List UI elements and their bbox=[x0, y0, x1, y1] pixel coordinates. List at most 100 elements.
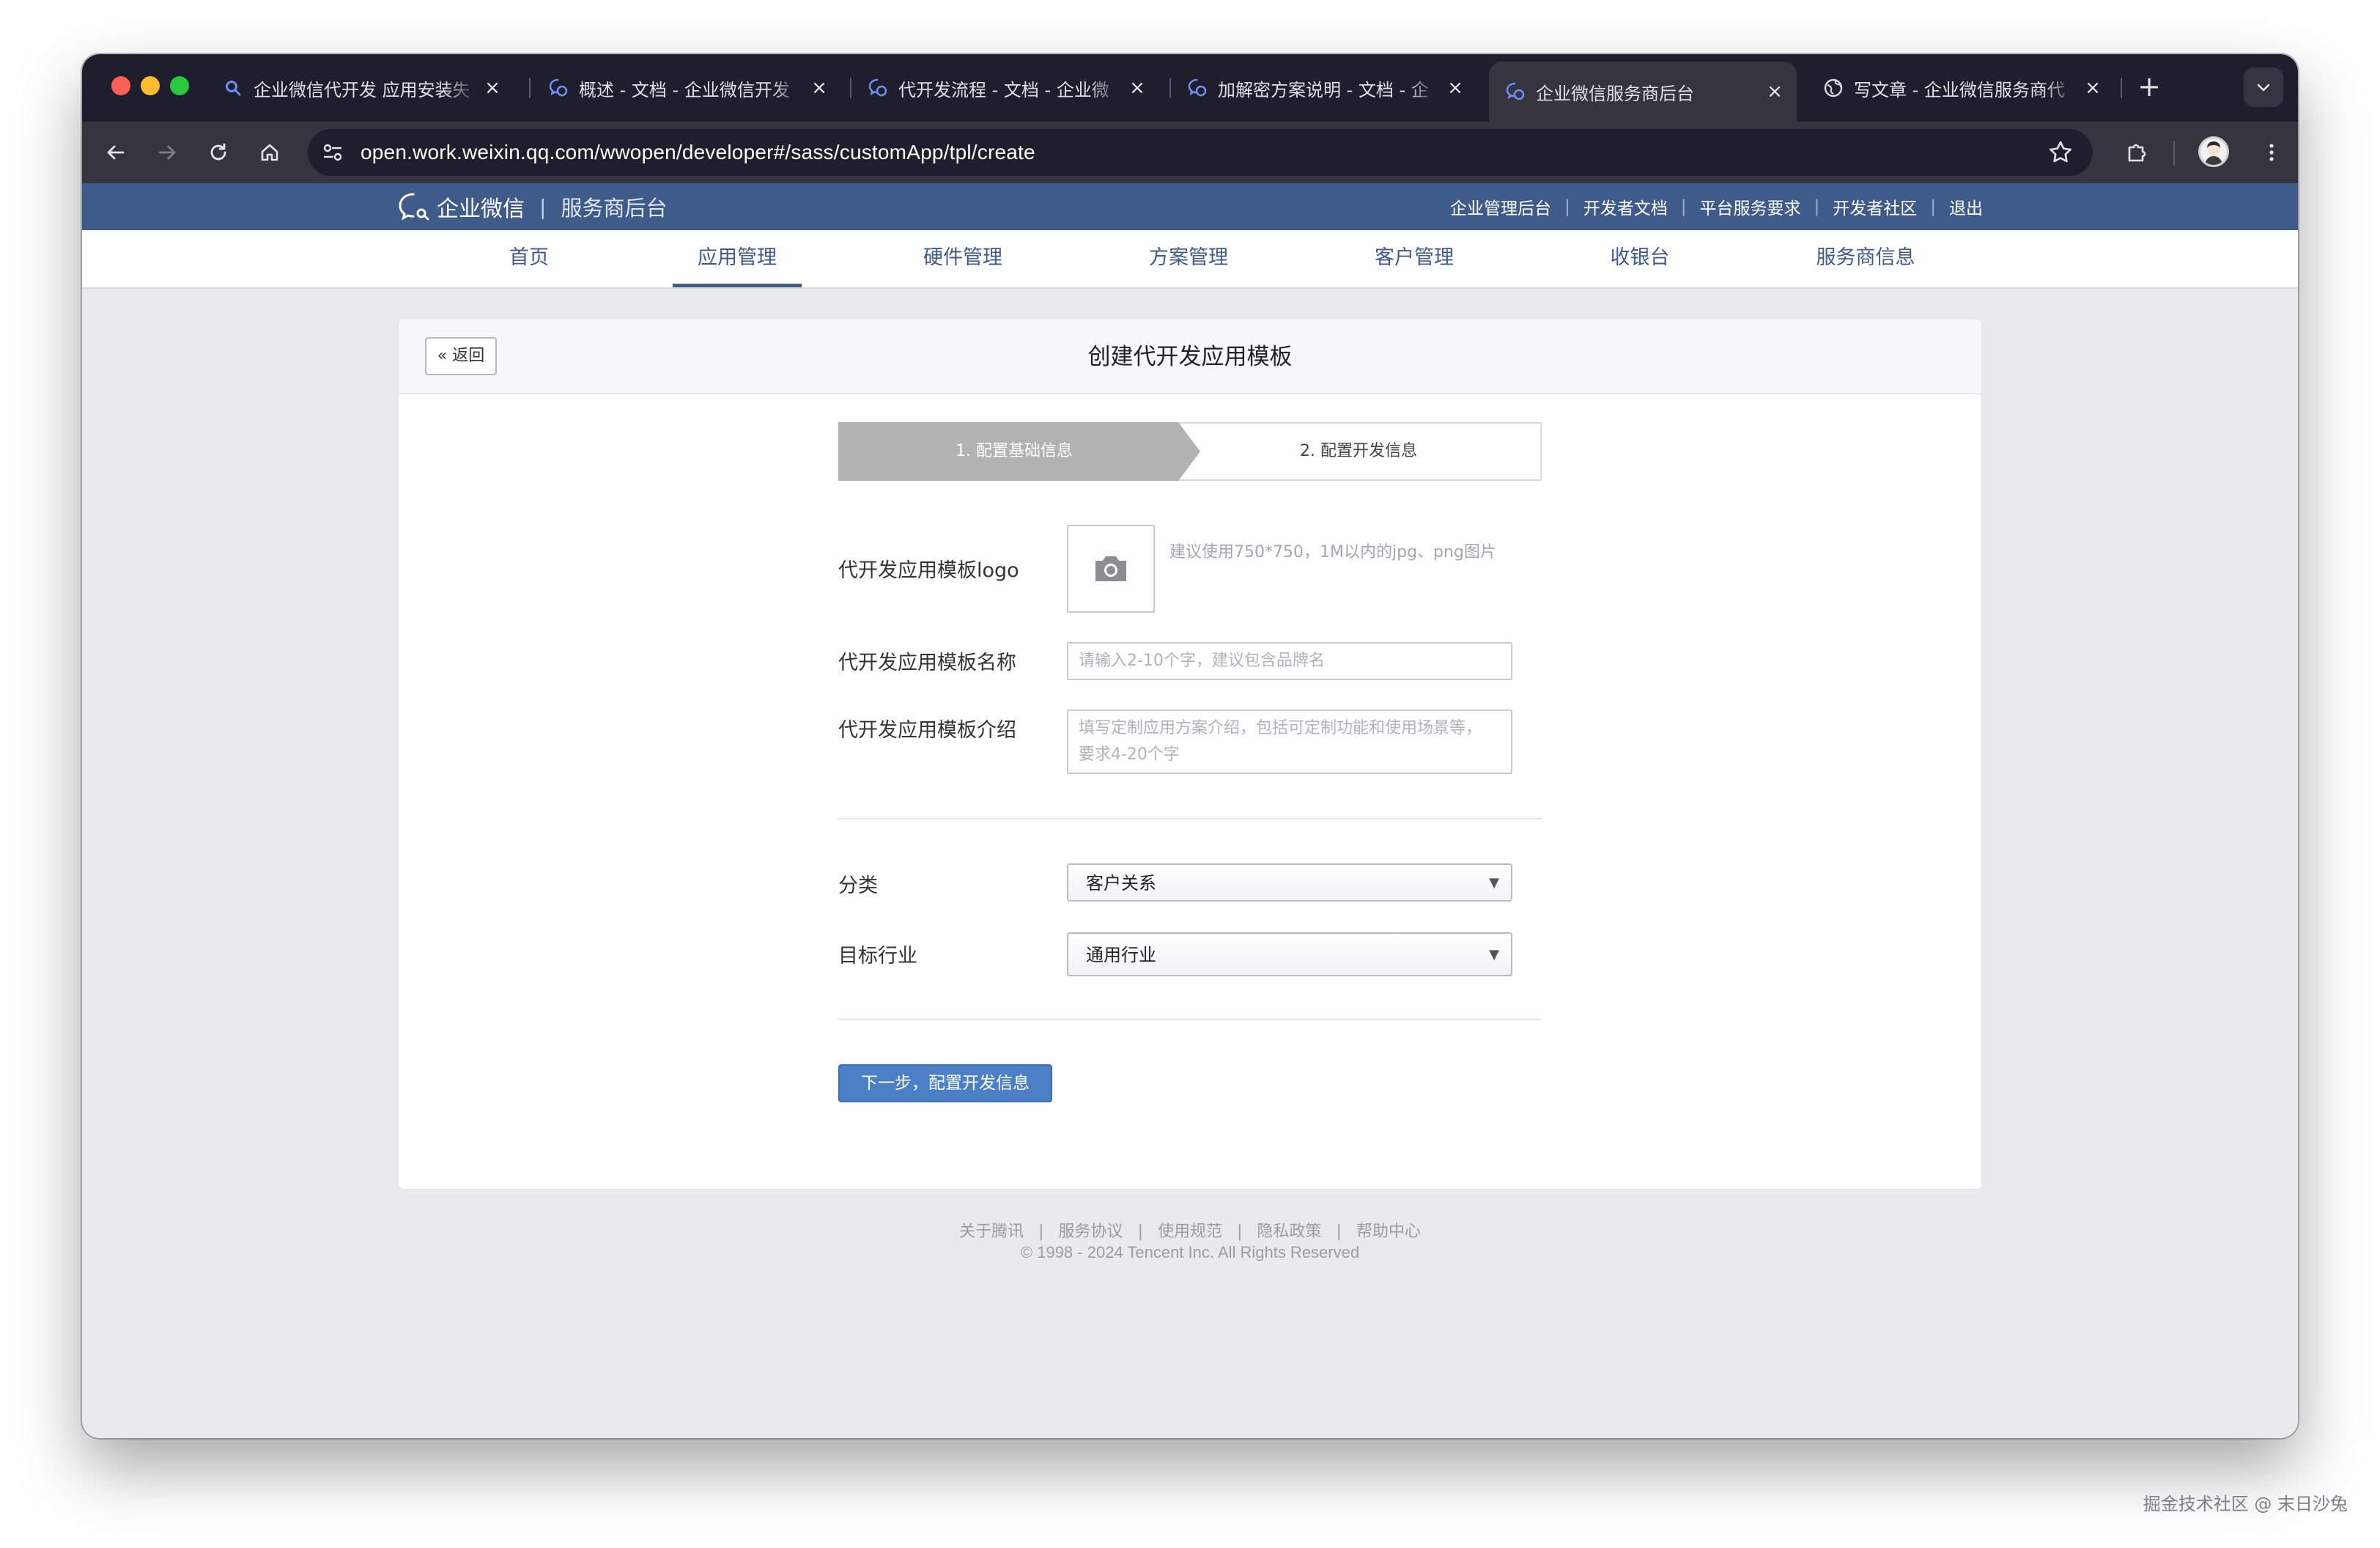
header-links: 企业管理后台 | 开发者文档 | 平台服务要求 | 开发者社区 | 退出 bbox=[1450, 183, 1983, 230]
new-tab-button[interactable]: + bbox=[2132, 70, 2166, 104]
url-text: open.work.weixin.qq.com/wwopen/developer… bbox=[361, 141, 1035, 163]
back-button[interactable] bbox=[97, 133, 135, 172]
nav-item-hardware[interactable]: 硬件管理 bbox=[898, 230, 1027, 287]
link-separator: | bbox=[1930, 197, 1936, 216]
double-chevron-left-icon: « bbox=[437, 347, 448, 365]
browser-tab[interactable]: 写文章 - 企业微信服务商代 × bbox=[1807, 63, 2115, 113]
site-settings-icon bbox=[323, 144, 342, 161]
tab-divider bbox=[2121, 78, 2122, 98]
intro-label: 代开发应用模板介绍 bbox=[838, 719, 1016, 742]
puzzle-icon bbox=[2128, 144, 2146, 162]
industry-value: 通用行业 bbox=[1086, 945, 1156, 965]
minimize-window-button[interactable] bbox=[141, 76, 160, 95]
zoom-window-button[interactable] bbox=[170, 76, 189, 95]
page-title: 创建代开发应用模板 bbox=[1087, 344, 1293, 370]
link-dev-community[interactable]: 开发者社区 bbox=[1833, 194, 1917, 219]
browser-toolbar: open.work.weixin.qq.com/wwopen/developer… bbox=[82, 122, 2298, 183]
reload-button[interactable] bbox=[199, 133, 237, 172]
footer-link-usage[interactable]: 使用规范 bbox=[1158, 1223, 1222, 1241]
link-logout[interactable]: 退出 bbox=[1949, 194, 1983, 219]
link-separator: | bbox=[1680, 197, 1687, 216]
nav-item-provider-info[interactable]: 服务商信息 bbox=[1801, 230, 1930, 287]
link-platform-requirements[interactable]: 平台服务要求 bbox=[1700, 194, 1801, 219]
logo-label: 代开发应用模板logo bbox=[838, 559, 1019, 582]
close-tab-icon[interactable]: × bbox=[2078, 77, 2107, 99]
main-nav: 首页 应用管理 硬件管理 方案管理 客户管理 收银台 服务商信息 bbox=[82, 230, 2298, 289]
copyright: © 1998 - 2024 Tencent Inc. All Rights Re… bbox=[1020, 1243, 1360, 1261]
card-header: 创建代开发应用模板 « 返回 bbox=[399, 320, 1981, 394]
camera-icon bbox=[1095, 556, 1126, 581]
category-label: 分类 bbox=[838, 874, 878, 897]
chevron-down-icon bbox=[2257, 84, 2270, 92]
wecom-icon bbox=[1188, 78, 1207, 97]
close-tab-icon[interactable]: × bbox=[1760, 81, 1789, 103]
nav-item-app-management[interactable]: 应用管理 bbox=[673, 230, 802, 287]
brand-separator: | bbox=[539, 194, 547, 219]
address-bar[interactable]: open.work.weixin.qq.com/wwopen/developer… bbox=[308, 129, 2093, 176]
site-header: 企业微信 | 服务商后台 企业管理后台 | 开发者文档 | 平台服务要求 | 开… bbox=[82, 183, 2298, 230]
browser-tab[interactable]: 代开发流程 - 文档 - 企业微 × bbox=[851, 63, 1159, 113]
template-intro-textarea[interactable]: 填写定制应用方案介绍，包括可定制功能和使用场景等，要求4-20个字 bbox=[1067, 710, 1512, 774]
template-name-input[interactable]: 请输入2-10个字，建议包含品牌名 bbox=[1067, 642, 1512, 680]
nav-item-solutions[interactable]: 方案管理 bbox=[1124, 230, 1253, 287]
tab-title: 加解密方案说明 - 文档 - 企 bbox=[1218, 79, 1429, 100]
back-button[interactable]: « 返回 bbox=[425, 337, 497, 375]
arrow-right-icon bbox=[158, 145, 176, 160]
more-vertical-icon bbox=[2269, 144, 2274, 161]
category-value: 客户关系 bbox=[1086, 873, 1156, 893]
next-step-button[interactable]: 下一步，配置开发信息 bbox=[838, 1064, 1052, 1102]
back-label: 返回 bbox=[452, 347, 485, 365]
footer-link-privacy[interactable]: 隐私政策 bbox=[1257, 1223, 1321, 1241]
footer-links: 关于腾讯 | 服务协议 | 使用规范 | 隐私政策 | 帮助中心 bbox=[0, 1218, 2380, 1242]
bookmark-star-icon[interactable] bbox=[2047, 139, 2074, 166]
forward-button[interactable] bbox=[148, 133, 186, 172]
close-window-button[interactable] bbox=[111, 76, 130, 95]
browser-menu-button[interactable] bbox=[2252, 133, 2291, 172]
industry-select[interactable]: 通用行业 ▼ bbox=[1067, 932, 1512, 976]
category-select[interactable]: 客户关系 ▼ bbox=[1067, 863, 1512, 902]
avatar-icon bbox=[2205, 141, 2222, 165]
nav-item-customers[interactable]: 客户管理 bbox=[1350, 230, 1479, 287]
tab-title: 代开发流程 - 文档 - 企业微 bbox=[898, 79, 1109, 100]
close-tab-icon[interactable]: × bbox=[805, 77, 834, 99]
home-button[interactable] bbox=[251, 133, 289, 172]
footer-separator: | bbox=[1336, 1223, 1342, 1241]
step-1-label: 1. 配置基础信息 bbox=[956, 442, 1073, 460]
browser-tab-active[interactable]: 企业微信服务商后台 × bbox=[1489, 62, 1797, 122]
link-admin[interactable]: 企业管理后台 bbox=[1450, 194, 1551, 219]
name-label: 代开发应用模板名称 bbox=[838, 652, 1016, 674]
logo-upload-box[interactable] bbox=[1067, 525, 1155, 613]
globe-icon bbox=[1824, 78, 1843, 97]
link-separator: | bbox=[1814, 197, 1820, 216]
link-dev-docs[interactable]: 开发者文档 bbox=[1583, 194, 1668, 219]
nav-item-home[interactable]: 首页 bbox=[465, 230, 594, 287]
dropdown-caret-icon: ▼ bbox=[1489, 947, 1499, 962]
close-tab-icon[interactable]: × bbox=[478, 77, 507, 99]
browser-tab[interactable]: 概述 - 文档 - 企业微信开发 × bbox=[532, 63, 841, 113]
footer-link-terms[interactable]: 服务协议 bbox=[1059, 1223, 1123, 1241]
link-separator: | bbox=[1564, 197, 1570, 216]
tab-title: 企业微信代开发 应用安装失 bbox=[254, 79, 470, 100]
reload-icon bbox=[210, 143, 226, 161]
footer-separator: | bbox=[1137, 1223, 1143, 1241]
wecom-icon bbox=[868, 78, 887, 97]
footer-link-about[interactable]: 关于腾讯 bbox=[959, 1223, 1024, 1241]
tab-strip: 企业微信代开发 应用安装失 × 概述 - 文档 - 企业微信开发 × 代开发流程… bbox=[82, 54, 2298, 122]
close-tab-icon[interactable]: × bbox=[1123, 77, 1152, 99]
browser-tab[interactable]: 企业微信代开发 应用安装失 × bbox=[207, 63, 514, 113]
tab-title: 企业微信服务商后台 bbox=[1536, 83, 1694, 104]
profile-avatar[interactable] bbox=[2198, 136, 2229, 167]
brand[interactable]: 企业微信 | 服务商后台 bbox=[397, 183, 667, 230]
footer-link-help[interactable]: 帮助中心 bbox=[1356, 1223, 1421, 1241]
browser-tab[interactable]: 加解密方案说明 - 文档 - 企 × bbox=[1171, 63, 1477, 113]
extensions-button[interactable] bbox=[2118, 133, 2156, 172]
industry-label: 目标行业 bbox=[838, 945, 917, 968]
dropdown-caret-icon: ▼ bbox=[1489, 875, 1499, 891]
tab-search-button[interactable] bbox=[2244, 67, 2283, 107]
brand-name: 企业微信 bbox=[437, 196, 525, 222]
wecom-logo-icon bbox=[399, 193, 429, 221]
tab-title: 写文章 - 企业微信服务商代 bbox=[1854, 79, 2065, 100]
close-tab-icon[interactable]: × bbox=[1441, 77, 1470, 99]
footer-separator: | bbox=[1237, 1223, 1243, 1241]
nav-item-cashier[interactable]: 收银台 bbox=[1575, 230, 1704, 287]
